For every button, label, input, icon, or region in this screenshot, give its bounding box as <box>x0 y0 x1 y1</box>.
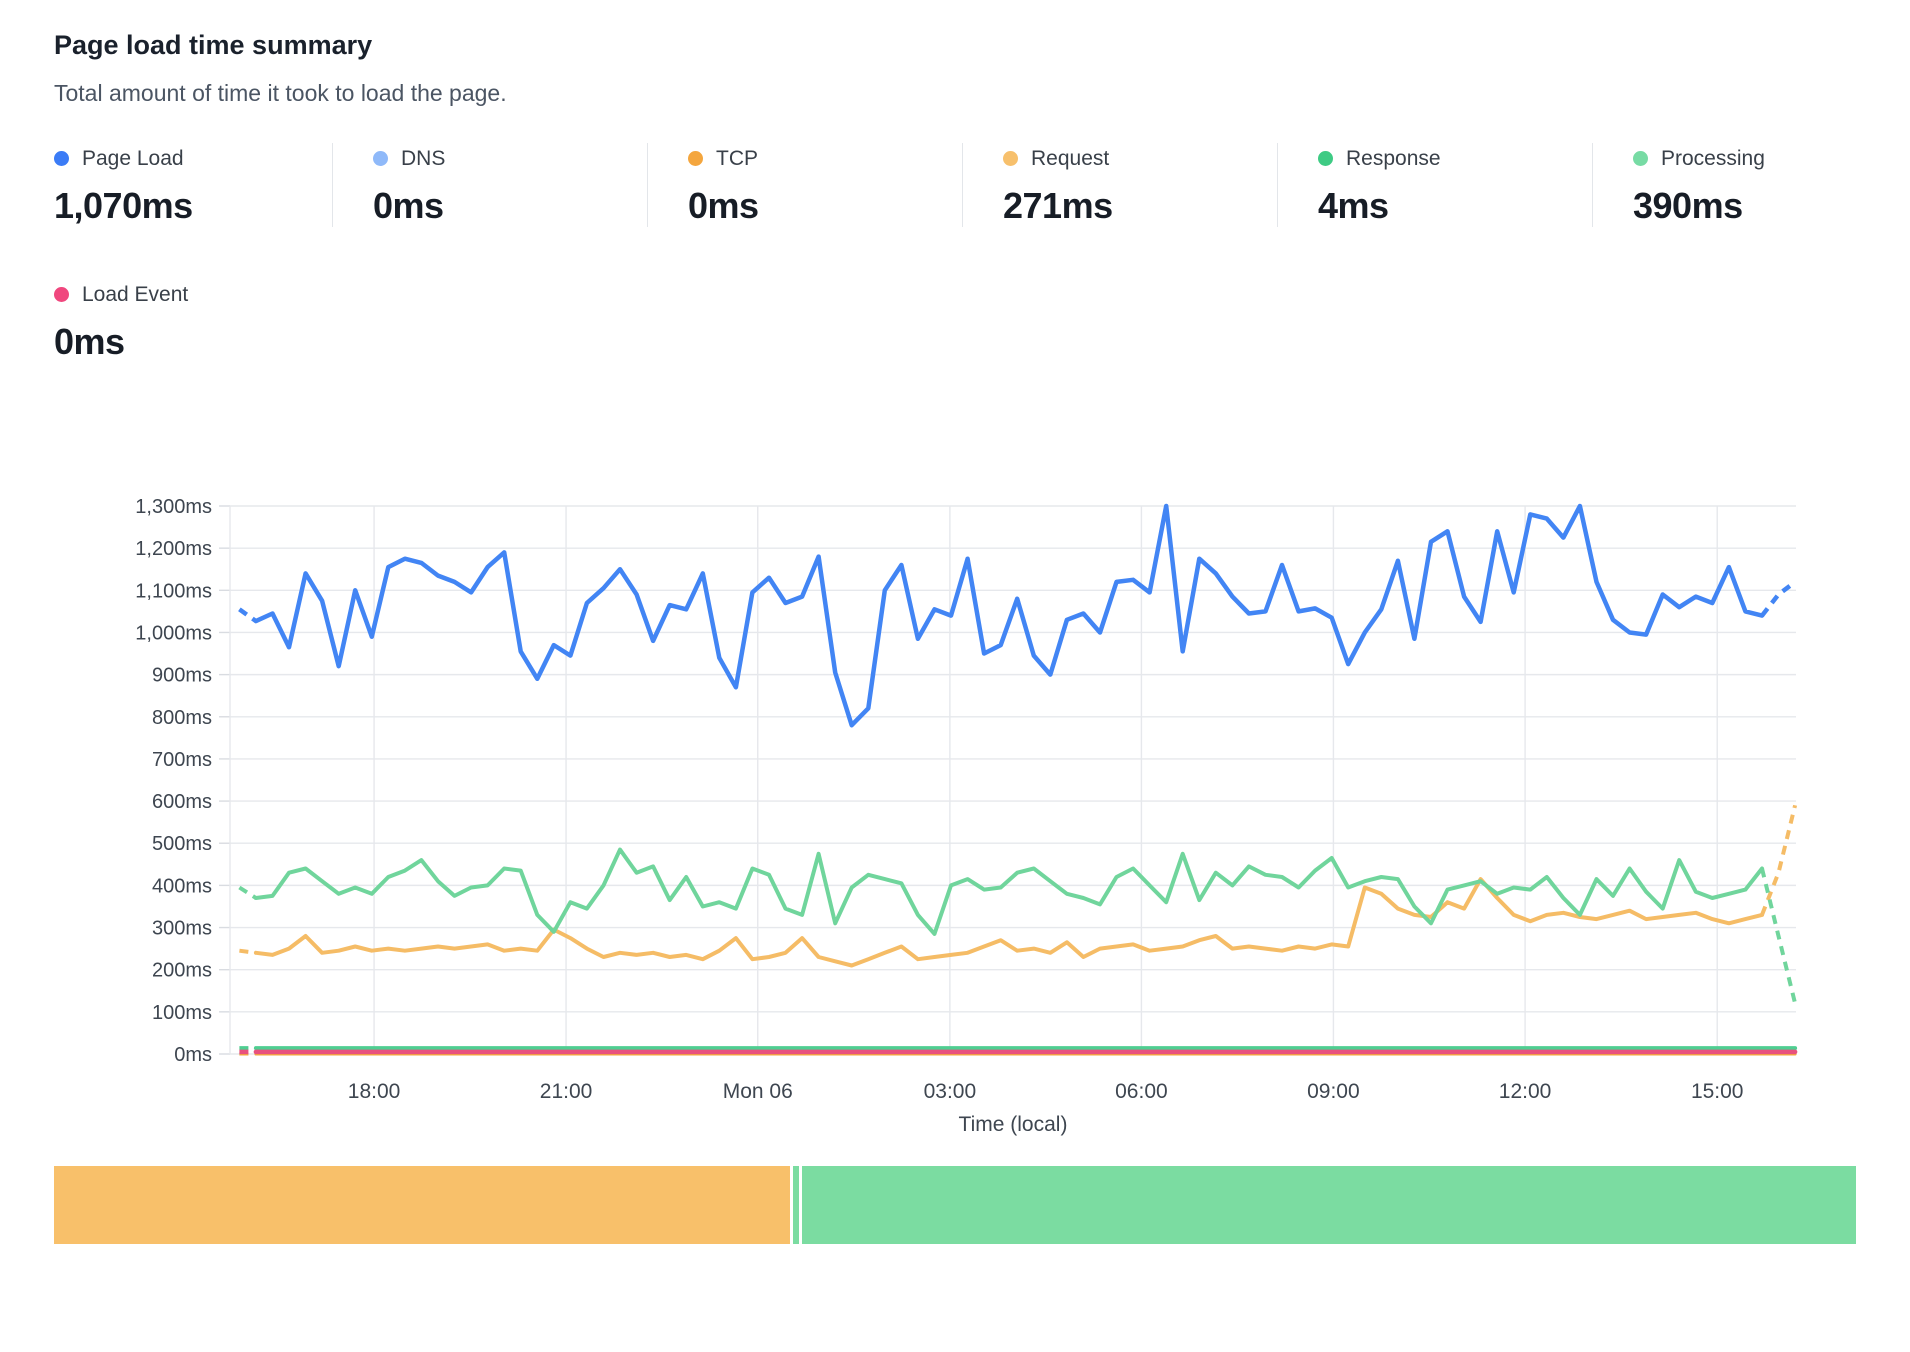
processing-legend-dot-icon <box>1633 151 1648 166</box>
request-legend-dot-icon <box>1003 151 1018 166</box>
stat-response: Response 4ms <box>1277 143 1592 227</box>
x-axis-tick-label: Mon 06 <box>723 1080 793 1103</box>
metric-summary-row: Page Load 1,070ms DNS 0ms TCP 0ms Reques… <box>54 143 1856 227</box>
stat-tcp: TCP 0ms <box>647 143 962 227</box>
y-axis-tick-label: 500ms <box>152 833 212 855</box>
stat-label: Processing <box>1661 147 1765 171</box>
y-axis-tick-label: 1,000ms <box>135 622 212 644</box>
y-axis-tick-label: 700ms <box>152 749 212 771</box>
load-event-legend-dot-icon <box>54 287 69 302</box>
y-axis-tick-label: 1,200ms <box>135 538 212 560</box>
y-axis-tick-label: 400ms <box>152 875 212 897</box>
y-axis-tick-label: 600ms <box>152 791 212 813</box>
stat-value: 0ms <box>373 185 647 227</box>
stat-page-load: Page Load 1,070ms <box>54 143 332 227</box>
series-request <box>239 951 256 953</box>
x-axis-tick-label: 12:00 <box>1499 1080 1552 1103</box>
stat-dns: DNS 0ms <box>332 143 647 227</box>
stat-label: DNS <box>401 147 445 171</box>
tcp-legend-dot-icon <box>688 151 703 166</box>
y-axis-tick-label: 800ms <box>152 707 212 729</box>
stat-value: 271ms <box>1003 185 1277 227</box>
request-segment[interactable] <box>54 1166 790 1244</box>
y-axis-tick-label: 300ms <box>152 918 212 940</box>
stat-label: TCP <box>716 147 758 171</box>
stat-request: Request 271ms <box>962 143 1277 227</box>
stat-value: 0ms <box>688 185 962 227</box>
y-axis-tick-label: 200ms <box>152 960 212 982</box>
response-legend-dot-icon <box>1318 151 1333 166</box>
stat-processing: Processing 390ms <box>1592 143 1907 227</box>
series-processing <box>1762 868 1795 1003</box>
y-axis-tick-label: 900ms <box>152 665 212 687</box>
stat-value: 0ms <box>54 321 1856 363</box>
page-load-time-chart[interactable]: 0ms 100ms 200ms 300ms 400ms 500ms 600ms 700ms 80… <box>54 439 1856 1144</box>
stat-value: 390ms <box>1633 185 1907 227</box>
timeseries-svg[interactable]: 0ms 100ms 200ms 300ms 400ms 500ms 600ms 700ms 80… <box>54 439 1856 1139</box>
stat-load-event: Load Event 0ms <box>54 279 1856 363</box>
y-axis-tick-label: 100ms <box>152 1002 212 1024</box>
series-request <box>256 879 1762 965</box>
stat-label: Page Load <box>82 147 184 171</box>
series-processing <box>239 887 256 898</box>
stat-label: Response <box>1346 147 1441 171</box>
y-axis-tick-label: 0ms <box>174 1044 212 1066</box>
x-axis-tick-label: 03:00 <box>924 1080 977 1103</box>
series-page-load <box>256 506 1762 725</box>
x-axis-tick-label: 21:00 <box>540 1080 593 1103</box>
x-axis-tick-label: 09:00 <box>1307 1080 1360 1103</box>
page-subtitle: Total amount of time it took to load the… <box>54 79 1856 109</box>
page-title: Page load time summary <box>54 28 1856 63</box>
series-request <box>1762 805 1795 915</box>
series-page-load <box>1762 582 1795 616</box>
y-axis-tick-label: 1,100ms <box>135 580 212 602</box>
processing-segment[interactable] <box>802 1166 1856 1244</box>
stat-value: 1,070ms <box>54 185 332 227</box>
x-axis-tick-label: 15:00 <box>1691 1080 1744 1103</box>
dns-legend-dot-icon <box>373 151 388 166</box>
page-load-legend-dot-icon <box>54 151 69 166</box>
series-processing <box>256 850 1762 934</box>
x-axis-title: Time (local) <box>959 1113 1068 1136</box>
stat-value: 4ms <box>1318 185 1592 227</box>
series-page-load <box>239 609 256 621</box>
timeline-status-bar <box>54 1166 1856 1244</box>
x-axis-tick-label: 06:00 <box>1115 1080 1168 1103</box>
x-axis-tick-label: 18:00 <box>348 1080 401 1103</box>
transition-segment[interactable] <box>793 1166 799 1244</box>
y-axis-tick-label: 1,300ms <box>135 496 212 518</box>
stat-label: Load Event <box>82 283 188 307</box>
stat-label: Request <box>1031 147 1109 171</box>
